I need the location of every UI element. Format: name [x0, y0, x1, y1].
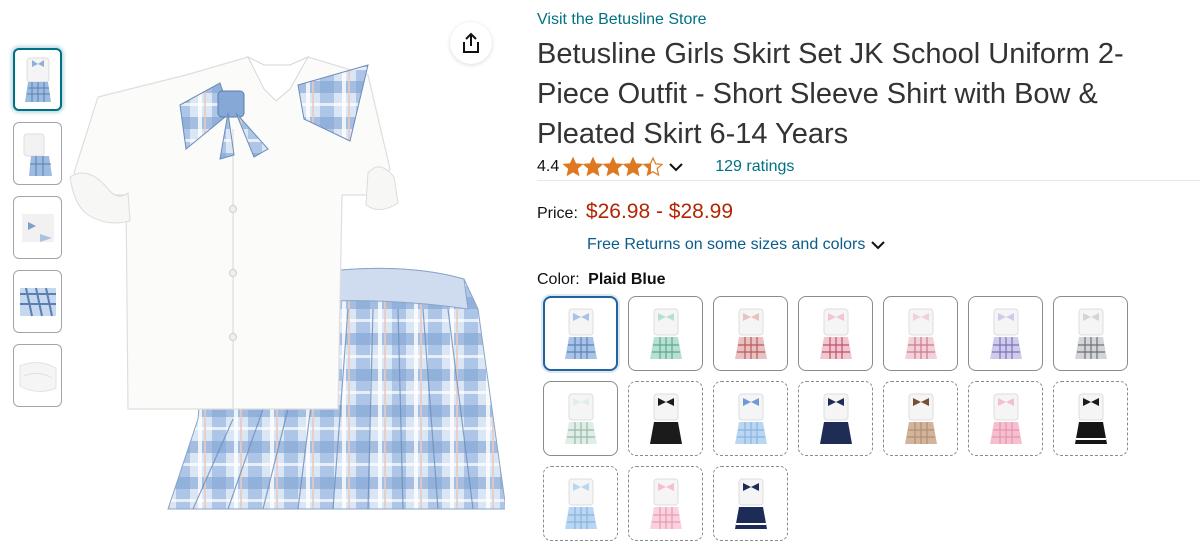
outfit-swatch-icon — [904, 393, 937, 444]
thumbnail-outfit-detail[interactable] — [13, 122, 62, 185]
thumbnail-list — [13, 48, 63, 418]
outfit-thumbnail-icon — [24, 57, 51, 102]
thumbnail-front-outfit[interactable] — [13, 48, 62, 111]
star-icon — [563, 157, 584, 177]
product-title: Betusline Girls Skirt Set JK School Unif… — [537, 38, 1124, 150]
outfit-swatch-icon — [564, 393, 597, 444]
color-swatch-khaki[interactable] — [883, 381, 958, 456]
color-swatch-navy[interactable] — [798, 381, 873, 456]
color-swatch-black[interactable] — [628, 381, 703, 456]
ratings-count-link[interactable]: 129 ratings — [715, 158, 794, 176]
thumbnail-bow-detail[interactable] — [13, 196, 62, 259]
outfit-detail-thumbnail-icon — [23, 133, 52, 176]
color-label: Color: — [537, 271, 580, 288]
price-range: $26.98 - $28.99 — [585, 200, 734, 223]
bow-thumbnail-icon — [21, 213, 54, 242]
thumbnail-fabric-closeup[interactable] — [13, 344, 62, 407]
color-swatch-pink[interactable] — [968, 381, 1043, 456]
chevron-down-icon[interactable] — [669, 162, 683, 172]
divider — [537, 180, 1200, 181]
color-swatch-pink-plaid[interactable] — [883, 296, 958, 371]
outfit-swatch-icon — [904, 308, 937, 359]
color-swatch-purple-plaid[interactable] — [968, 296, 1043, 371]
star-icon — [643, 157, 664, 177]
color-swatch-navy-white-stripe[interactable] — [713, 466, 788, 541]
color-swatch-red-plaid[interactable] — [713, 296, 788, 371]
color-swatch-light-pink[interactable] — [628, 466, 703, 541]
star-icon — [603, 157, 624, 177]
outfit-swatch-icon — [819, 308, 852, 359]
star-rating[interactable] — [563, 157, 664, 177]
outfit-swatch-icon — [649, 393, 682, 444]
outfit-swatch-icon — [819, 393, 852, 444]
outfit-swatch-icon — [989, 308, 1022, 359]
share-icon — [463, 32, 479, 53]
color-row: Color: Plaid Blue — [537, 271, 666, 289]
store-link[interactable]: Visit the Betusline Store — [537, 11, 707, 29]
outfit-swatch-icon — [734, 308, 767, 359]
price-row: Price: $26.98 - $28.99 — [537, 200, 733, 224]
rating-row: 4.4 129 ratings — [537, 156, 794, 178]
color-swatch-green-plaid[interactable] — [628, 296, 703, 371]
free-returns-text: Free Returns on some sizes and colors — [587, 236, 866, 253]
skirt-thumbnail-icon — [19, 287, 56, 316]
uniform-outfit-image — [69, 55, 507, 510]
price-label: Price: — [537, 205, 578, 222]
color-swatch-blue-plaid[interactable] — [543, 296, 618, 371]
color-swatch-light-blue[interactable] — [713, 381, 788, 456]
star-icon — [623, 157, 644, 177]
outfit-swatch-icon — [734, 393, 767, 444]
main-product-image[interactable] — [68, 9, 507, 545]
color-swatch-light-blue[interactable] — [543, 466, 618, 541]
rating-value: 4.4 — [537, 158, 560, 175]
chevron-down-icon — [871, 240, 886, 250]
share-button[interactable] — [450, 22, 492, 64]
outfit-swatch-icon — [1074, 393, 1107, 444]
outfit-swatch-icon — [564, 308, 597, 359]
outfit-swatch-icon — [734, 478, 767, 529]
color-swatch-grey-plaid[interactable] — [1053, 296, 1128, 371]
free-returns-link[interactable]: Free Returns on some sizes and colors — [587, 236, 886, 254]
color-swatch-pink-red-plaid[interactable] — [798, 296, 873, 371]
outfit-swatch-icon — [649, 308, 682, 359]
selected-color: Plaid Blue — [588, 271, 666, 288]
outfit-swatch-icon — [649, 478, 682, 529]
fabric-thumbnail-icon — [19, 361, 56, 392]
outfit-swatch-icon — [989, 393, 1022, 444]
thumbnail-skirt-pleats[interactable] — [13, 270, 62, 333]
outfit-swatch-icon — [564, 478, 597, 529]
color-swatch-mint-plaid[interactable] — [543, 381, 618, 456]
color-swatch-black-white-stripe[interactable] — [1053, 381, 1128, 456]
star-icon — [583, 157, 604, 177]
outfit-swatch-icon — [1074, 308, 1107, 359]
